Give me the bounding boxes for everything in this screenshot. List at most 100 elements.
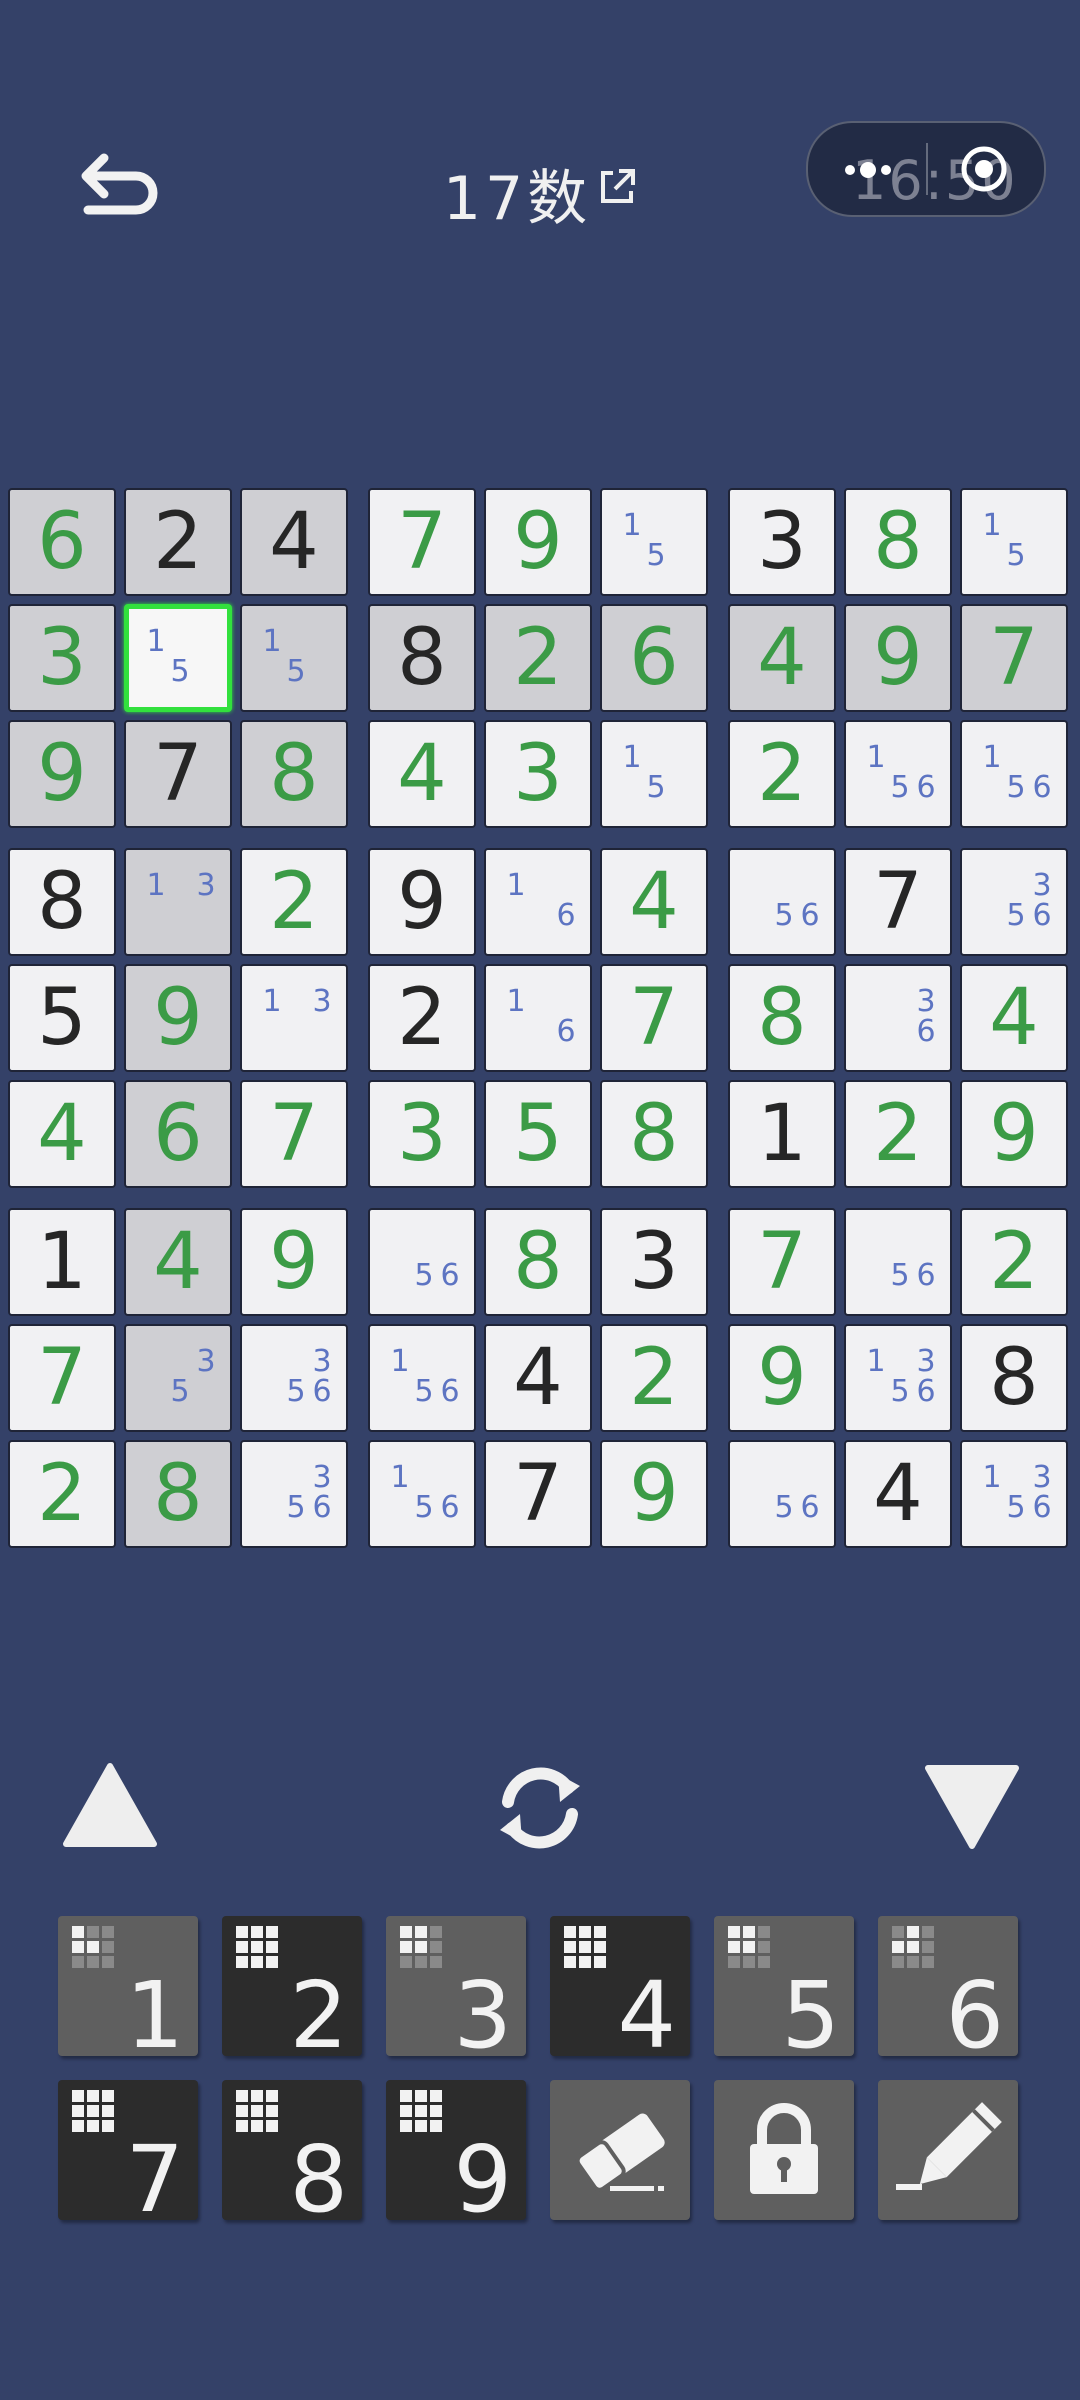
sudoku-cell-r4c9[interactable]: 356 — [960, 848, 1068, 956]
sudoku-cell-r6c5[interactable]: 5 — [484, 1080, 592, 1188]
sudoku-cell-r2c2[interactable]: 15 — [124, 604, 232, 712]
sudoku-cell-r1c7[interactable]: 3 — [728, 488, 836, 596]
sudoku-cell-r1c1[interactable]: 6 — [8, 488, 116, 596]
sudoku-cell-r9c2[interactable]: 8 — [124, 1440, 232, 1548]
sudoku-cell-r5c5[interactable]: 16 — [484, 964, 592, 1072]
sudoku-cell-r2c1[interactable]: 3 — [8, 604, 116, 712]
sudoku-cell-r9c6[interactable]: 9 — [600, 1440, 708, 1548]
refresh-icon[interactable] — [488, 1756, 592, 1864]
sudoku-cell-r5c1[interactable]: 5 — [8, 964, 116, 1072]
sudoku-cell-r5c6[interactable]: 7 — [600, 964, 708, 1072]
sudoku-cell-r9c7[interactable]: 56 — [728, 1440, 836, 1548]
sudoku-cell-r7c4[interactable]: 56 — [368, 1208, 476, 1316]
target-icon[interactable] — [958, 143, 1010, 199]
sudoku-cell-r2c8[interactable]: 9 — [844, 604, 952, 712]
pencil-button[interactable] — [878, 2080, 1018, 2220]
sudoku-cell-r7c6[interactable]: 3 — [600, 1208, 708, 1316]
sudoku-cell-r3c8[interactable]: 156 — [844, 720, 952, 828]
triangle-down-icon[interactable] — [922, 1762, 1022, 1856]
sudoku-cell-r6c1[interactable]: 4 — [8, 1080, 116, 1188]
sudoku-cell-r3c4[interactable]: 4 — [368, 720, 476, 828]
digit-key-3[interactable]: 3 — [386, 1916, 526, 2062]
sudoku-cell-r5c8[interactable]: 36 — [844, 964, 952, 1072]
sudoku-cell-r8c6[interactable]: 2 — [600, 1324, 708, 1432]
sudoku-cell-r8c9[interactable]: 8 — [960, 1324, 1068, 1432]
external-link-icon[interactable] — [597, 152, 637, 203]
sudoku-cell-r4c7[interactable]: 56 — [728, 848, 836, 956]
sudoku-cell-r7c9[interactable]: 2 — [960, 1208, 1068, 1316]
sudoku-cell-r3c6[interactable]: 15 — [600, 720, 708, 828]
sudoku-cell-r1c9[interactable]: 15 — [960, 488, 1068, 596]
sudoku-cell-r1c2[interactable]: 2 — [124, 488, 232, 596]
sudoku-cell-r1c8[interactable]: 8 — [844, 488, 952, 596]
digit-key-5[interactable]: 5 — [714, 1916, 854, 2062]
sudoku-cell-r7c8[interactable]: 56 — [844, 1208, 952, 1316]
digit-key-8[interactable]: 8 — [222, 2080, 362, 2226]
sudoku-cell-r4c3[interactable]: 2 — [240, 848, 348, 956]
sudoku-cell-r9c4[interactable]: 156 — [368, 1440, 476, 1548]
sudoku-cell-r3c7[interactable]: 2 — [728, 720, 836, 828]
sudoku-cell-r5c2[interactable]: 9 — [124, 964, 232, 1072]
sudoku-cell-r9c8[interactable]: 4 — [844, 1440, 952, 1548]
sudoku-cell-r6c3[interactable]: 7 — [240, 1080, 348, 1188]
sudoku-cell-r6c2[interactable]: 6 — [124, 1080, 232, 1188]
digit-key-4[interactable]: 4 — [550, 1916, 690, 2062]
sudoku-cell-r9c5[interactable]: 7 — [484, 1440, 592, 1548]
sudoku-cell-r2c7[interactable]: 4 — [728, 604, 836, 712]
cell-note: 5 — [170, 1374, 190, 1409]
sudoku-cell-r4c2[interactable]: 13 — [124, 848, 232, 956]
sudoku-cell-r8c1[interactable]: 7 — [8, 1324, 116, 1432]
sudoku-cell-r7c7[interactable]: 7 — [728, 1208, 836, 1316]
sudoku-cell-r4c1[interactable]: 8 — [8, 848, 116, 956]
sudoku-cell-r9c1[interactable]: 2 — [8, 1440, 116, 1548]
sudoku-cell-r6c7[interactable]: 1 — [728, 1080, 836, 1188]
sudoku-cell-r7c1[interactable]: 1 — [8, 1208, 116, 1316]
sudoku-cell-r8c5[interactable]: 4 — [484, 1324, 592, 1432]
sudoku-cell-r1c3[interactable]: 4 — [240, 488, 348, 596]
sudoku-cell-r5c3[interactable]: 13 — [240, 964, 348, 1072]
sudoku-cell-r7c3[interactable]: 9 — [240, 1208, 348, 1316]
sudoku-cell-r2c3[interactable]: 15 — [240, 604, 348, 712]
sudoku-cell-r6c9[interactable]: 9 — [960, 1080, 1068, 1188]
sudoku-cell-r3c9[interactable]: 156 — [960, 720, 1068, 828]
lock-button[interactable] — [714, 2080, 854, 2220]
sudoku-cell-r6c8[interactable]: 2 — [844, 1080, 952, 1188]
sudoku-cell-r8c3[interactable]: 356 — [240, 1324, 348, 1432]
sudoku-cell-r6c4[interactable]: 3 — [368, 1080, 476, 1188]
digit-key-1[interactable]: 1 — [58, 1916, 198, 2062]
triangle-up-icon[interactable] — [60, 1760, 160, 1854]
eraser-button[interactable] — [550, 2080, 690, 2220]
sudoku-cell-r5c9[interactable]: 4 — [960, 964, 1068, 1072]
digit-key-6[interactable]: 6 — [878, 1916, 1018, 2062]
digit-key-7[interactable]: 7 — [58, 2080, 198, 2226]
sudoku-cell-r8c8[interactable]: 1356 — [844, 1324, 952, 1432]
sudoku-cell-r9c9[interactable]: 1356 — [960, 1440, 1068, 1548]
sudoku-cell-r6c6[interactable]: 8 — [600, 1080, 708, 1188]
sudoku-cell-r5c7[interactable]: 8 — [728, 964, 836, 1072]
digit-key-2[interactable]: 2 — [222, 1916, 362, 2062]
sudoku-cell-r3c3[interactable]: 8 — [240, 720, 348, 828]
sudoku-cell-r4c8[interactable]: 7 — [844, 848, 952, 956]
sudoku-cell-r1c5[interactable]: 9 — [484, 488, 592, 596]
sudoku-cell-r7c5[interactable]: 8 — [484, 1208, 592, 1316]
sudoku-cell-r3c2[interactable]: 7 — [124, 720, 232, 828]
sudoku-cell-r7c2[interactable]: 4 — [124, 1208, 232, 1316]
sudoku-cell-r4c5[interactable]: 16 — [484, 848, 592, 956]
sudoku-cell-r4c6[interactable]: 4 — [600, 848, 708, 956]
sudoku-cell-r4c4[interactable]: 9 — [368, 848, 476, 956]
sudoku-cell-r2c4[interactable]: 8 — [368, 604, 476, 712]
more-dots-icon[interactable] — [842, 145, 902, 199]
sudoku-cell-r8c2[interactable]: 35 — [124, 1324, 232, 1432]
sudoku-cell-r2c6[interactable]: 6 — [600, 604, 708, 712]
sudoku-cell-r9c3[interactable]: 356 — [240, 1440, 348, 1548]
sudoku-cell-r5c4[interactable]: 2 — [368, 964, 476, 1072]
sudoku-cell-r2c5[interactable]: 2 — [484, 604, 592, 712]
sudoku-cell-r2c9[interactable]: 7 — [960, 604, 1068, 712]
sudoku-cell-r1c6[interactable]: 15 — [600, 488, 708, 596]
sudoku-cell-r8c4[interactable]: 156 — [368, 1324, 476, 1432]
sudoku-cell-r3c5[interactable]: 3 — [484, 720, 592, 828]
sudoku-cell-r3c1[interactable]: 9 — [8, 720, 116, 828]
digit-key-9[interactable]: 9 — [386, 2080, 526, 2226]
sudoku-cell-r1c4[interactable]: 7 — [368, 488, 476, 596]
sudoku-cell-r8c7[interactable]: 9 — [728, 1324, 836, 1432]
